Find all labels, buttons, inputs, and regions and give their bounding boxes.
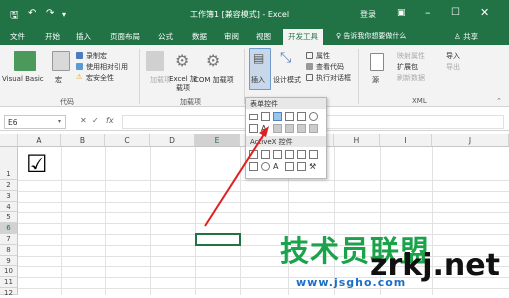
watermark-url: www.jsgho.com: [296, 276, 407, 289]
